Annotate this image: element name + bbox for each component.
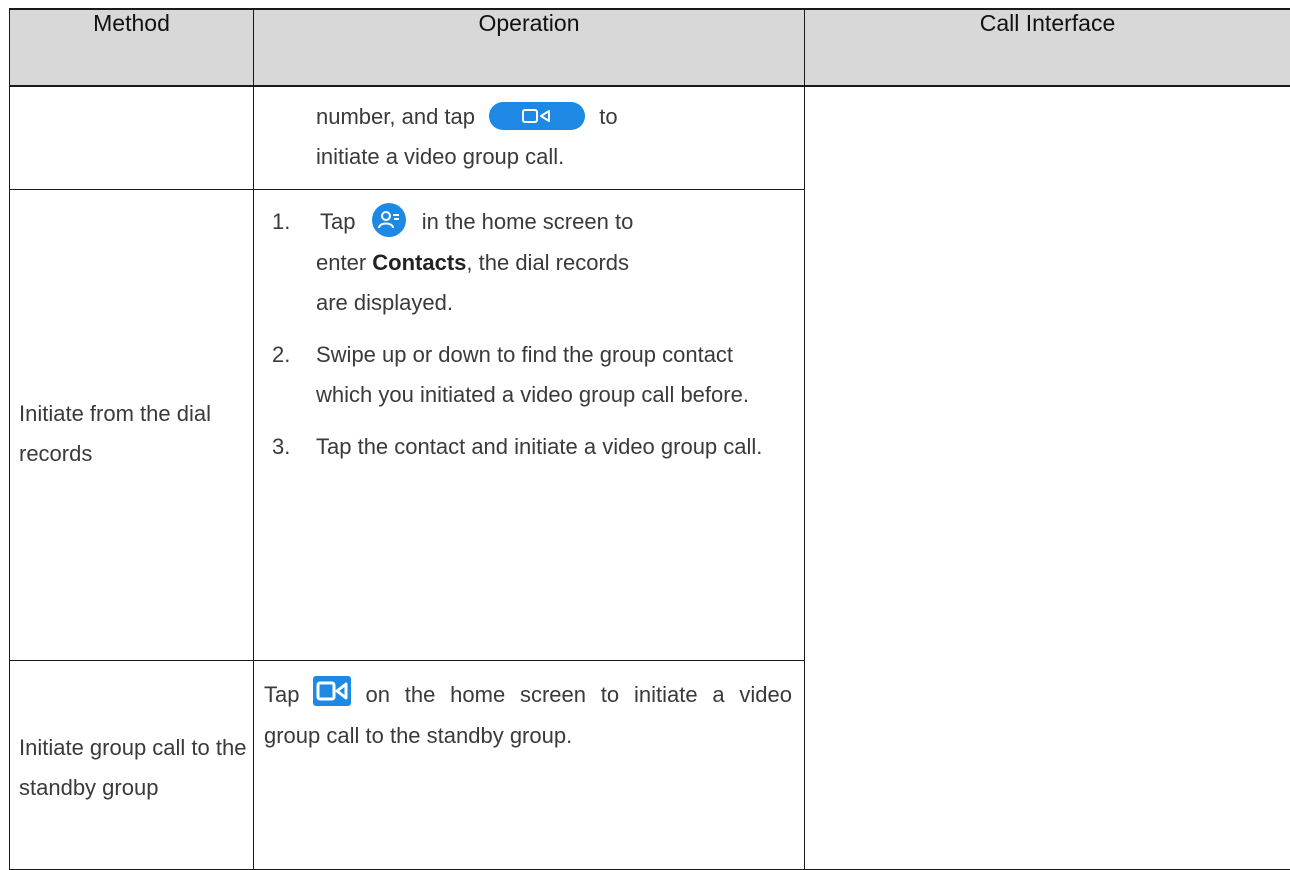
operation-text: number, and tap (316, 104, 476, 129)
operation-text: to (599, 104, 618, 129)
step-item: 2. Swipe up or down to find the group co… (254, 335, 804, 415)
operation-cell: Tap on the home screen to initiate a vid… (253, 660, 805, 870)
method-text: Initiate group call to the standby group (19, 735, 247, 800)
table-row: number, and tap to initiate a video grou… (9, 85, 1290, 870)
step-text: Tap the contact and initiate a video gro… (316, 434, 763, 460)
step-item: 3. Tap the contact and initiate a video … (254, 427, 804, 467)
method-cell: Initiate group call to the standby group (9, 660, 254, 870)
step-number: 2. (272, 342, 291, 368)
contacts-label: Contacts (372, 250, 467, 276)
step-number: 3. (272, 434, 291, 460)
header-method: Method (9, 8, 254, 87)
operation-cell: 1. Tap in the home screen to enter Conta… (253, 189, 805, 661)
table-header-row: Method Operation Call Interface (9, 8, 1290, 87)
video-call-pill-icon (489, 102, 586, 131)
header-operation: Operation (253, 8, 805, 87)
step-number: 1. (272, 209, 291, 234)
video-camera-icon (313, 676, 352, 707)
method-text: Initiate from the dial records (19, 401, 211, 466)
operation-table: Method Operation Call Interface number, … (9, 8, 1290, 870)
header-call-interface: Call Interface (804, 8, 1290, 87)
operation-text: initiate a video group call. (316, 144, 565, 169)
operation-cell: number, and tap to initiate a video grou… (253, 85, 805, 190)
call-interface-cell (804, 85, 1290, 870)
method-cell (9, 85, 254, 190)
method-cell: Initiate from the dial records (9, 189, 254, 661)
step-text: Swipe up or down to find the group conta… (316, 342, 749, 408)
step-item: 1. Tap in the home screen to enter Conta… (254, 202, 804, 323)
contacts-icon (371, 203, 406, 238)
